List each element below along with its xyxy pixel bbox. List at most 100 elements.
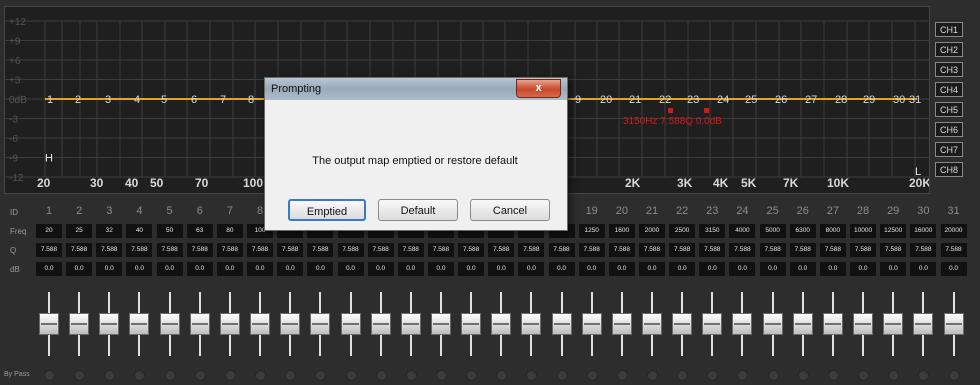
band-db-cell[interactable]: 0.0	[216, 262, 243, 276]
slider-knob[interactable]	[280, 313, 301, 335]
bypass-toggle[interactable]	[44, 370, 55, 381]
band-gain-slider[interactable]	[730, 282, 754, 368]
band-gain-slider[interactable]	[158, 282, 182, 368]
bypass-toggle[interactable]	[496, 370, 508, 381]
bypass-toggle[interactable]	[677, 370, 689, 381]
slider-knob[interactable]	[219, 313, 240, 335]
bypass-toggle[interactable]	[164, 370, 176, 381]
band-freq-cell[interactable]: 10000	[850, 224, 877, 238]
band-freq-cell[interactable]: 12500	[880, 224, 907, 238]
band-db-cell[interactable]: 0.0	[186, 262, 213, 276]
band-q-cell[interactable]: 7.588	[126, 243, 153, 257]
band-q-cell[interactable]: 7.588	[699, 243, 726, 257]
band-gain-slider[interactable]	[550, 282, 574, 368]
channel-button-ch2[interactable]: CH2	[935, 42, 963, 57]
slider-knob[interactable]	[461, 313, 482, 335]
bypass-toggle[interactable]	[315, 370, 327, 381]
slider-knob[interactable]	[611, 313, 632, 335]
slider-knob[interactable]	[672, 313, 693, 335]
slider-knob[interactable]	[340, 313, 361, 335]
band-gain-slider[interactable]	[881, 282, 905, 368]
bypass-toggle[interactable]	[858, 370, 870, 381]
band-gain-slider[interactable]	[369, 282, 393, 368]
slider-knob[interactable]	[99, 313, 120, 335]
channel-button-ch1[interactable]: CH1	[935, 22, 963, 37]
band-gain-slider[interactable]	[489, 282, 513, 368]
bypass-toggle[interactable]	[466, 370, 478, 381]
band-q-cell[interactable]: 7.588	[759, 243, 786, 257]
bypass-toggle[interactable]	[375, 370, 387, 381]
bypass-toggle[interactable]	[285, 370, 297, 381]
cancel-button[interactable]: Cancel	[470, 199, 550, 221]
slider-knob[interactable]	[702, 313, 723, 335]
band-q-cell[interactable]: 7.588	[819, 243, 846, 257]
band-freq-cell[interactable]: 6300	[789, 224, 816, 238]
slider-knob[interactable]	[822, 313, 843, 335]
band-gain-slider[interactable]	[610, 282, 634, 368]
bypass-toggle[interactable]	[918, 370, 930, 381]
band-gain-slider[interactable]	[761, 282, 785, 368]
channel-button-ch4[interactable]: CH4	[935, 82, 963, 97]
band-gain-slider[interactable]	[429, 282, 453, 368]
band-freq-cell[interactable]: 16000	[910, 224, 937, 238]
band-q-cell[interactable]: 7.588	[548, 243, 575, 257]
band-q-cell[interactable]: 7.588	[910, 243, 937, 257]
bypass-toggle[interactable]	[767, 370, 779, 381]
band-db-cell[interactable]: 0.0	[126, 262, 153, 276]
band-gain-slider[interactable]	[821, 282, 845, 368]
band-q-cell[interactable]: 7.588	[367, 243, 394, 257]
band-freq-cell[interactable]: 5000	[759, 224, 786, 238]
slider-knob[interactable]	[581, 313, 602, 335]
slider-knob[interactable]	[913, 313, 934, 335]
channel-button-ch3[interactable]: CH3	[935, 62, 963, 77]
band-q-cell[interactable]: 7.588	[789, 243, 816, 257]
bypass-toggle[interactable]	[797, 370, 809, 381]
default-button[interactable]: Default	[378, 199, 458, 221]
band-db-cell[interactable]: 0.0	[819, 262, 846, 276]
band-q-cell[interactable]: 7.588	[247, 243, 274, 257]
band-db-cell[interactable]: 0.0	[789, 262, 816, 276]
band-q-cell[interactable]: 7.588	[156, 243, 183, 257]
band-gain-slider[interactable]	[580, 282, 604, 368]
band-q-cell[interactable]: 7.588	[36, 243, 62, 257]
band-gain-slider[interactable]	[37, 282, 61, 368]
bypass-toggle[interactable]	[707, 370, 719, 381]
bypass-toggle[interactable]	[345, 370, 357, 381]
bypass-toggle[interactable]	[948, 370, 960, 381]
band-gain-slider[interactable]	[851, 282, 875, 368]
band-freq-cell[interactable]: 2000	[639, 224, 665, 238]
slider-knob[interactable]	[943, 313, 964, 335]
close-button[interactable]: x	[516, 79, 561, 98]
band-gain-slider[interactable]	[67, 282, 91, 368]
band-freq-cell[interactable]: 4000	[729, 224, 756, 238]
bypass-toggle[interactable]	[104, 370, 116, 381]
band-db-cell[interactable]: 0.0	[518, 262, 545, 276]
band-db-cell[interactable]: 0.0	[910, 262, 937, 276]
band-db-cell[interactable]: 0.0	[578, 262, 605, 276]
bypass-toggle[interactable]	[435, 370, 447, 381]
band-db-cell[interactable]: 0.0	[427, 262, 454, 276]
band-db-cell[interactable]: 0.0	[36, 262, 62, 276]
bypass-toggle[interactable]	[134, 370, 146, 381]
band-db-cell[interactable]: 0.0	[669, 262, 696, 276]
slider-knob[interactable]	[853, 313, 874, 335]
band-q-cell[interactable]: 7.588	[186, 243, 213, 257]
dialog-titlebar[interactable]: Prompting x	[265, 78, 567, 100]
emptied-button[interactable]: Emptied	[288, 199, 366, 221]
bypass-toggle[interactable]	[194, 370, 206, 381]
band-q-cell[interactable]: 7.588	[458, 243, 485, 257]
channel-button-ch6[interactable]: CH6	[935, 122, 963, 137]
bypass-toggle[interactable]	[888, 370, 900, 381]
band-freq-cell[interactable]: 3150	[699, 224, 726, 238]
band-q-cell[interactable]: 7.588	[488, 243, 515, 257]
slider-knob[interactable]	[732, 313, 753, 335]
band-gain-slider[interactable]	[942, 282, 966, 368]
slider-knob[interactable]	[189, 313, 210, 335]
band-q-cell[interactable]: 7.588	[427, 243, 454, 257]
band-gain-slider[interactable]	[308, 282, 332, 368]
slider-knob[interactable]	[370, 313, 391, 335]
band-db-cell[interactable]: 0.0	[307, 262, 334, 276]
band-db-cell[interactable]: 0.0	[277, 262, 304, 276]
band-freq-cell[interactable]: 32	[96, 224, 123, 238]
band-q-cell[interactable]: 7.588	[940, 243, 967, 257]
